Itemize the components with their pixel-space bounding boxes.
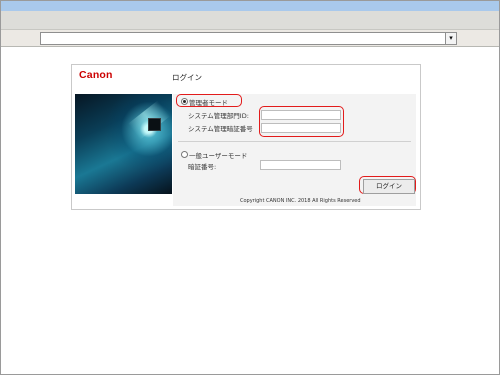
system-dept-id-label: システム管理部門ID: — [188, 112, 249, 120]
page-title: ログイン — [172, 73, 202, 82]
password-input[interactable] — [260, 160, 341, 170]
canon-logo: Canon — [79, 69, 113, 81]
admin-mode-label: 管理者モード — [189, 99, 228, 107]
copyright-text: Copyright CANON INC. 2018 All Rights Res… — [240, 198, 361, 204]
system-password-input[interactable] — [261, 123, 341, 133]
browser-toolbar — [1, 11, 499, 30]
login-button[interactable]: ログイン — [363, 179, 415, 194]
system-password-label: システム管理暗証番号 — [188, 125, 253, 133]
admin-mode-radio[interactable] — [181, 98, 188, 105]
hero-image — [75, 94, 172, 194]
system-dept-id-input[interactable] — [261, 110, 341, 120]
general-user-mode-radio[interactable] — [181, 151, 188, 158]
general-user-mode-label: 一般ユーザーモード — [189, 152, 248, 160]
mode-divider — [178, 141, 411, 142]
login-panel: Canon ログイン 管理者モード システム管理部門ID: システム管理暗証番号… — [71, 64, 421, 210]
window-titlebar — [1, 1, 499, 11]
address-bar[interactable]: ▾ — [40, 32, 457, 45]
password-label: 暗証番号: — [188, 163, 217, 171]
dropdown-arrow-icon[interactable]: ▾ — [445, 33, 456, 44]
